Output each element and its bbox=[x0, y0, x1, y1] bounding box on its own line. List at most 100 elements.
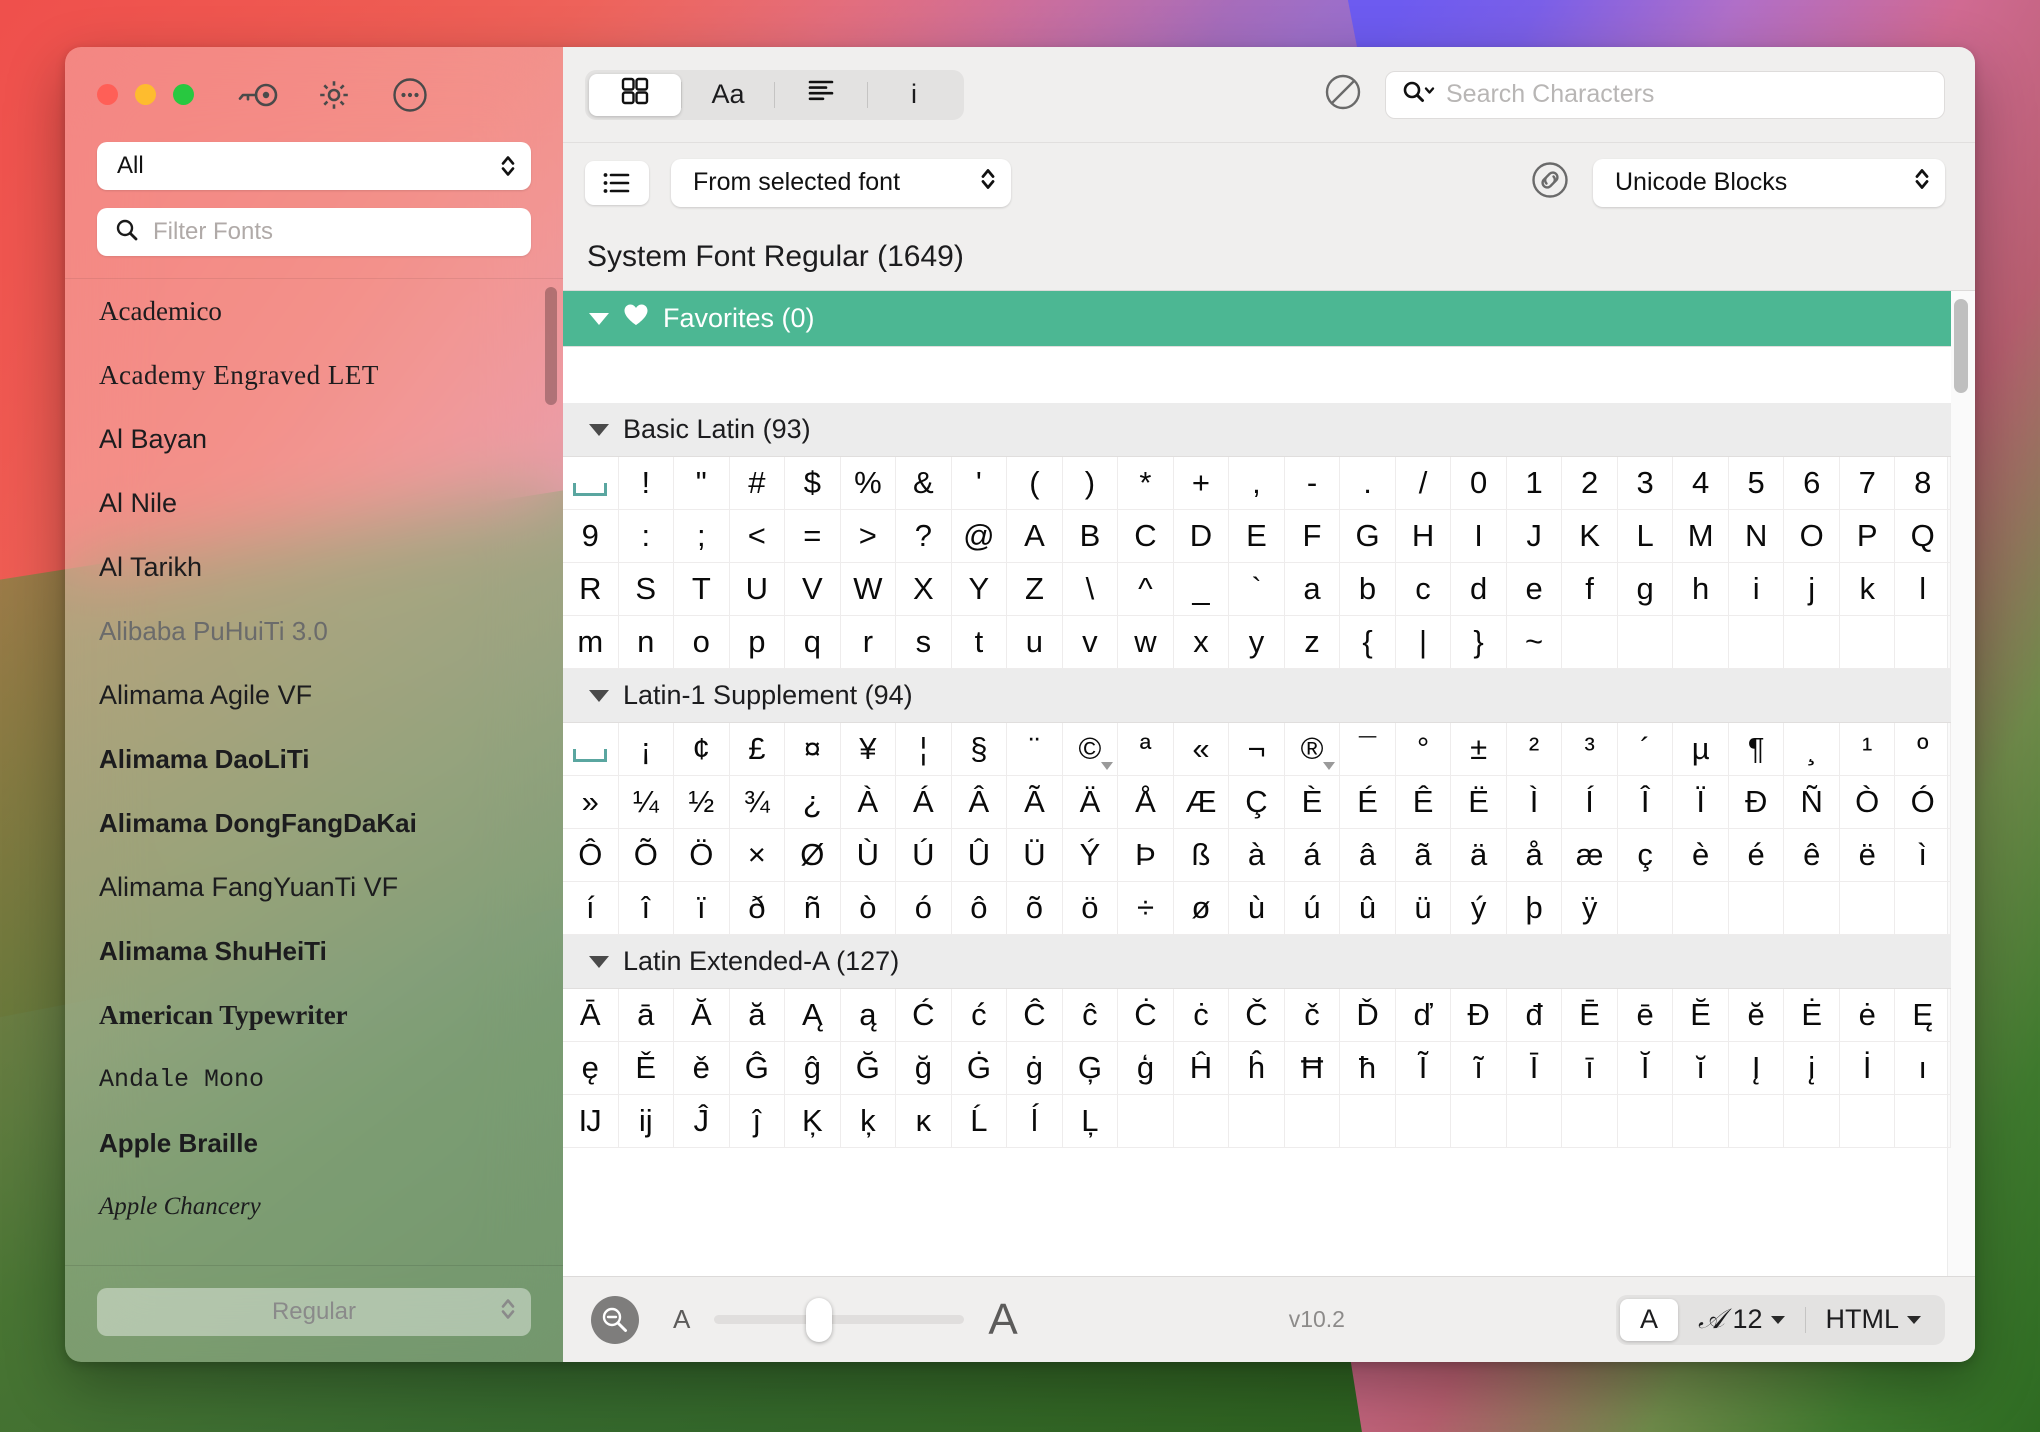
character-cell[interactable]: Ě bbox=[618, 1042, 675, 1095]
character-cell[interactable]: C bbox=[1118, 510, 1174, 563]
character-cell[interactable]: Þ bbox=[1118, 829, 1174, 882]
tab-info-view[interactable]: i bbox=[868, 74, 960, 116]
character-cell[interactable]: Ď bbox=[1340, 989, 1396, 1042]
gear-icon[interactable] bbox=[314, 75, 354, 115]
character-cell[interactable]: P bbox=[1839, 510, 1896, 563]
character-cell[interactable]: ĭ bbox=[1673, 1042, 1729, 1095]
character-cell[interactable]: \ bbox=[1062, 563, 1119, 616]
size-slider[interactable] bbox=[714, 1297, 965, 1342]
grouping-popup[interactable]: Unicode Blocks bbox=[1593, 158, 1945, 207]
character-cell[interactable]: Ĉ bbox=[1007, 989, 1063, 1042]
disclosure-triangle-icon[interactable] bbox=[589, 689, 609, 702]
character-cell[interactable]: ă bbox=[729, 989, 786, 1042]
character-cell[interactable]: < bbox=[729, 510, 786, 563]
character-cell[interactable]: Á bbox=[896, 776, 952, 829]
character-cell[interactable]: Í bbox=[1562, 776, 1618, 829]
character-cell[interactable]: / bbox=[1395, 457, 1452, 510]
character-cell[interactable]: { bbox=[1340, 616, 1396, 669]
character-cell[interactable]: Ì bbox=[1506, 776, 1563, 829]
character-cell[interactable]: Ĺ bbox=[951, 1095, 1008, 1148]
character-cell[interactable]: Ñ bbox=[1784, 776, 1840, 829]
tab-list-view[interactable] bbox=[775, 74, 867, 116]
character-cell[interactable]: Ğ bbox=[840, 1042, 897, 1095]
character-cell[interactable]: ¬ bbox=[1229, 723, 1285, 776]
character-cell[interactable]: V bbox=[785, 563, 841, 616]
character-cell[interactable]: ò bbox=[840, 882, 897, 935]
character-cell[interactable]: č bbox=[1284, 989, 1341, 1042]
character-cell[interactable]: × bbox=[729, 829, 786, 882]
character-cell[interactable]: ã bbox=[1395, 829, 1452, 882]
character-cell[interactable]: Ā bbox=[563, 989, 619, 1042]
character-cell[interactable]: ë bbox=[1839, 829, 1896, 882]
character-cell[interactable]: m bbox=[563, 616, 619, 669]
search-characters-box[interactable] bbox=[1385, 70, 1945, 119]
character-cell[interactable]: = bbox=[785, 510, 841, 563]
disclosure-triangle-icon[interactable] bbox=[589, 423, 609, 436]
character-cell[interactable]: Ĳ bbox=[563, 1095, 619, 1148]
character-cell[interactable]: ĵ bbox=[729, 1095, 786, 1148]
sidebar-scrollbar[interactable] bbox=[545, 287, 557, 405]
font-list-item[interactable]: Apple Chancery bbox=[65, 1175, 563, 1239]
font-list-item[interactable]: Alibaba PuHuiTi 3.0 bbox=[65, 599, 563, 663]
character-cell[interactable]: f bbox=[1562, 563, 1618, 616]
character-cell[interactable]: ½ bbox=[674, 776, 730, 829]
character-cell[interactable]: _ bbox=[1173, 563, 1230, 616]
character-cell[interactable]: ¦ bbox=[896, 723, 952, 776]
character-cell[interactable]: ĳ bbox=[618, 1095, 675, 1148]
character-cell[interactable]: U bbox=[729, 563, 786, 616]
character-cell[interactable]: x bbox=[1173, 616, 1230, 669]
character-cell[interactable]: h bbox=[1673, 563, 1729, 616]
character-cell[interactable]: ¨ bbox=[1007, 723, 1063, 776]
character-scroll-region[interactable]: Favorites (0) Basic Latin (93) ! " # $% & '()… bbox=[563, 291, 1951, 1276]
character-cell[interactable]: G bbox=[1340, 510, 1396, 563]
section-header-favorites[interactable]: Favorites (0) bbox=[563, 291, 1951, 347]
character-cell[interactable]: Æ bbox=[1173, 776, 1230, 829]
font-list-item[interactable]: Academico bbox=[65, 279, 563, 343]
character-cell[interactable]: ´ bbox=[1617, 723, 1674, 776]
character-cell[interactable]: ĩ bbox=[1451, 1042, 1507, 1095]
copy-format-segment[interactable]: HTML bbox=[1806, 1299, 1942, 1341]
character-cell[interactable]: Ę bbox=[1895, 989, 1951, 1042]
character-cell[interactable]: Ù bbox=[840, 829, 897, 882]
character-cell[interactable]: a bbox=[1284, 563, 1341, 616]
character-cell[interactable]: q bbox=[785, 616, 841, 669]
character-cell[interactable]: b bbox=[1340, 563, 1396, 616]
character-cell[interactable]: . bbox=[1340, 457, 1396, 510]
character-cell[interactable]: 6 bbox=[1784, 457, 1840, 510]
font-list-item[interactable]: Alimama DaoLiTi bbox=[65, 727, 563, 791]
font-list-item[interactable]: Alimama ShuHeiTi bbox=[65, 919, 563, 983]
character-cell[interactable]: Ć bbox=[896, 989, 952, 1042]
character-cell[interactable]: ® bbox=[1284, 723, 1341, 776]
character-cell[interactable]: t bbox=[951, 616, 1008, 669]
font-list-item[interactable]: Alimama DongFangDaKai bbox=[65, 791, 563, 855]
character-cell[interactable]: ª bbox=[1118, 723, 1174, 776]
character-cell[interactable]: Õ bbox=[618, 829, 675, 882]
character-cell[interactable]: H bbox=[1395, 510, 1452, 563]
character-cell[interactable]: § bbox=[951, 723, 1008, 776]
character-cell[interactable]: ¸ bbox=[1784, 723, 1840, 776]
character-cell[interactable]: u bbox=[1007, 616, 1063, 669]
character-cell[interactable]: ÷ bbox=[1118, 882, 1174, 935]
character-cell[interactable]: N bbox=[1728, 510, 1785, 563]
character-cell[interactable]: 4 bbox=[1673, 457, 1729, 510]
character-cell[interactable]: ² bbox=[1506, 723, 1563, 776]
character-cell[interactable]: ć bbox=[951, 989, 1008, 1042]
character-cell[interactable]: Ċ bbox=[1118, 989, 1174, 1042]
more-icon[interactable] bbox=[390, 75, 430, 115]
character-cell[interactable]: Ø bbox=[785, 829, 841, 882]
character-cell[interactable]: Ã bbox=[1007, 776, 1063, 829]
character-cell[interactable]: Ò bbox=[1839, 776, 1896, 829]
character-cell[interactable]: ī bbox=[1562, 1042, 1618, 1095]
character-cell[interactable]: 5 bbox=[1728, 457, 1785, 510]
character-cell[interactable]: ē bbox=[1617, 989, 1674, 1042]
character-cell[interactable]: ÿ bbox=[1562, 882, 1618, 935]
character-cell[interactable]: ğ bbox=[896, 1042, 952, 1095]
character-cell[interactable]: ¤ bbox=[785, 723, 841, 776]
character-cell[interactable]: ħ bbox=[1340, 1042, 1396, 1095]
section-header-basic-latin[interactable]: Basic Latin (93) bbox=[563, 403, 1951, 457]
minimize-button[interactable] bbox=[135, 84, 156, 105]
character-cell[interactable]: í bbox=[563, 882, 619, 935]
font-list-item[interactable]: Andale Mono bbox=[65, 1047, 563, 1111]
character-cell[interactable]: Q bbox=[1895, 510, 1951, 563]
character-cell[interactable]: à bbox=[1229, 829, 1285, 882]
